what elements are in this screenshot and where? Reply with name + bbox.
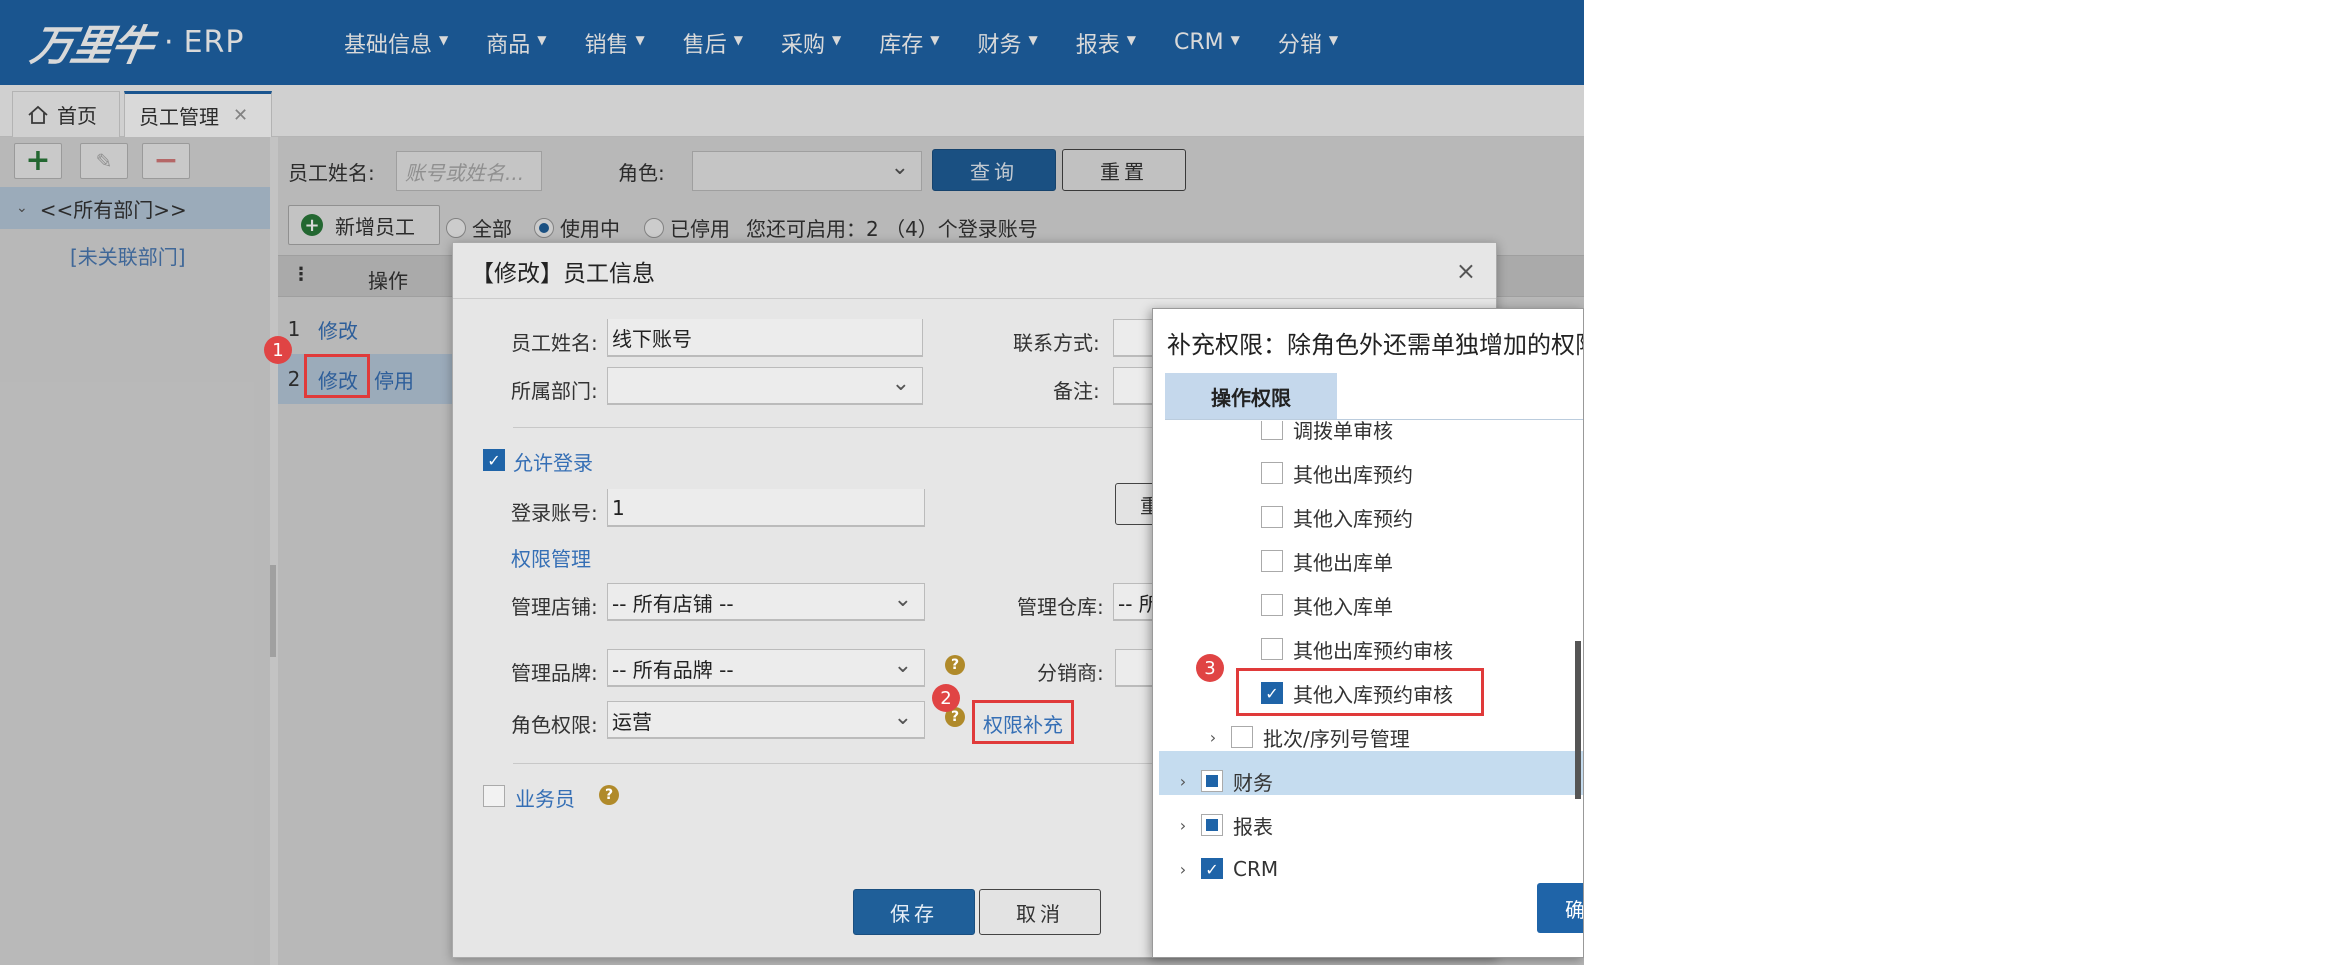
brand-select[interactable]: -- 所有品牌 --	[607, 649, 925, 687]
help-icon[interactable]: ?	[945, 655, 965, 675]
checkbox[interactable]	[1261, 594, 1283, 616]
node-label: 其他入库预约	[1293, 506, 1413, 531]
node-label: 批次/序列号管理	[1263, 726, 1410, 751]
app-window: 万里牛 · ERP 基础信息 ▼ 商品 ▼ 销售 ▼ 售后 ▼ 采购 ▼ 库存 ▼ 财务 ▼ …	[0, 0, 1584, 965]
contact-label: 联系方式:	[1013, 331, 1100, 355]
node-label: 其他出库预约审核	[1293, 638, 1453, 663]
department-label: 所属部门:	[511, 379, 598, 403]
tree-node[interactable]: › 报表	[1171, 803, 1273, 847]
checkbox[interactable]	[1261, 421, 1283, 440]
tree-node[interactable]: 调拨单审核	[1261, 421, 1393, 451]
tree-node[interactable]: › 批次/序列号管理	[1201, 715, 1410, 759]
highlight-box-edit	[304, 354, 370, 398]
node-label: 其他出库预约	[1293, 462, 1413, 487]
name-label: 员工姓名:	[511, 331, 598, 355]
close-icon[interactable]: ×	[1456, 257, 1476, 285]
panel-title: 补充权限：除角色外还需单独增加的权限	[1167, 331, 1584, 359]
role-select-value: 运营	[612, 709, 652, 734]
highlight-box-permission	[972, 700, 1074, 744]
checkbox-partial[interactable]	[1201, 814, 1223, 836]
node-label: 调拨单审核	[1293, 421, 1393, 443]
remark-label: 备注:	[1053, 379, 1100, 403]
cancel-button[interactable]: 取消	[979, 889, 1101, 935]
account-label: 登录账号:	[511, 501, 598, 525]
permission-supplement-panel: 补充权限：除角色外还需单独增加的权限 操作权限 调拨单审核 其他出库预约 其他入…	[1152, 308, 1584, 958]
checkbox-checked[interactable]: ✓	[1201, 858, 1223, 879]
account-input[interactable]: 1	[607, 489, 925, 527]
checkbox-partial[interactable]	[1201, 770, 1223, 792]
chevron-right-icon[interactable]: ›	[1201, 728, 1225, 747]
tab-operation-permissions[interactable]: 操作权限	[1165, 373, 1337, 419]
salesman-label: 业务员	[515, 787, 575, 811]
highlight-box-checkbox	[1236, 668, 1484, 716]
department-select[interactable]	[607, 367, 923, 405]
tree-node[interactable]: 其他入库预约	[1261, 495, 1413, 539]
distributor-label: 分销商:	[1037, 661, 1104, 685]
checkbox[interactable]	[1261, 638, 1283, 660]
help-icon[interactable]: ?	[599, 785, 619, 805]
store-select-value: -- 所有店铺 --	[612, 591, 734, 616]
brand-select-value: -- 所有品牌 --	[612, 657, 734, 682]
salesman-checkbox[interactable]	[483, 785, 505, 807]
tree-node[interactable]: 其他出库单	[1261, 539, 1393, 583]
node-label: CRM	[1233, 857, 1279, 879]
tree-node[interactable]: › 财务	[1171, 759, 1273, 803]
chevron-right-icon[interactable]: ›	[1171, 772, 1195, 791]
checkbox[interactable]	[1261, 506, 1283, 528]
permission-section-title: 权限管理	[511, 547, 591, 571]
tree-node[interactable]: 其他入库单	[1261, 583, 1393, 627]
tree-node[interactable]: 其他出库预约审核	[1261, 627, 1453, 671]
tab-underline	[1165, 419, 1583, 420]
tree-scrollbar[interactable]	[1575, 641, 1581, 799]
store-select[interactable]: -- 所有店铺 --	[607, 583, 925, 621]
checkbox[interactable]	[1261, 550, 1283, 572]
brand-label: 管理品牌:	[511, 661, 598, 685]
allow-login-label: 允许登录	[513, 451, 593, 475]
node-label: 其他入库单	[1293, 594, 1393, 619]
checkbox[interactable]	[1231, 726, 1253, 748]
dialog-header: 【修改】员工信息	[453, 243, 1496, 299]
check-icon: ✓	[487, 450, 501, 470]
step-badge-2: 2	[932, 684, 960, 712]
step-badge-3: 3	[1196, 654, 1224, 682]
chevron-right-icon[interactable]: ›	[1171, 860, 1195, 879]
chevron-right-icon[interactable]: ›	[1171, 816, 1195, 835]
dialog-title: 【修改】员工信息	[471, 260, 655, 287]
role-select[interactable]: 运营	[607, 701, 925, 739]
role-label: 角色权限:	[511, 713, 598, 737]
permission-tree: 调拨单审核 其他出库预约 其他入库预约 其他出库单 其他入库单 其他出库预约审核…	[1153, 421, 1583, 879]
warehouse-label: 管理仓库:	[1017, 595, 1104, 619]
allow-login-checkbox[interactable]: ✓	[483, 449, 505, 471]
confirm-button[interactable]: 确	[1537, 883, 1583, 933]
tree-node[interactable]: 其他出库预约	[1261, 451, 1413, 495]
checkbox[interactable]	[1261, 462, 1283, 484]
node-label: 其他出库单	[1293, 550, 1393, 575]
node-label: 报表	[1233, 814, 1273, 839]
step-badge-1: 1	[264, 336, 292, 364]
save-button[interactable]: 保存	[853, 889, 975, 935]
node-label: 财务	[1233, 770, 1273, 795]
tree-node[interactable]: › ✓ CRM	[1171, 847, 1278, 879]
name-input[interactable]: 线下账号	[607, 319, 923, 357]
store-label: 管理店铺:	[511, 595, 598, 619]
